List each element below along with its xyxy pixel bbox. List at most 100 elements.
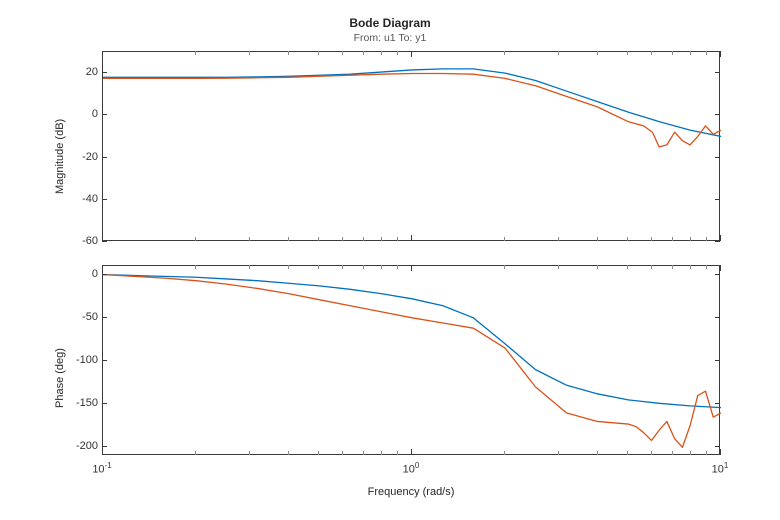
minor-xtick-mark	[672, 237, 673, 241]
ytick-mark	[102, 403, 107, 404]
phase-axes	[102, 265, 720, 455]
magnitude-axes	[102, 51, 720, 241]
ytick-mark	[715, 241, 720, 242]
minor-xtick-mark	[597, 451, 598, 455]
minor-xtick-mark	[288, 237, 289, 241]
minor-xtick-mark	[651, 51, 652, 55]
minor-xtick-mark	[672, 265, 673, 269]
minor-xtick-mark	[397, 451, 398, 455]
magnitude-plot	[103, 52, 721, 242]
major-xtick-mark	[720, 51, 721, 57]
minor-xtick-mark	[504, 237, 505, 241]
minor-xtick-mark	[318, 265, 319, 269]
minor-xtick-mark	[706, 265, 707, 269]
minor-xtick-mark	[381, 265, 382, 269]
minor-xtick-mark	[397, 265, 398, 269]
minor-xtick-mark	[597, 237, 598, 241]
minor-xtick-mark	[627, 265, 628, 269]
bode-figure: Bode Diagram From: u1 To: y1 Magnitude (…	[0, 0, 780, 520]
minor-xtick-mark	[651, 237, 652, 241]
minor-xtick-mark	[195, 451, 196, 455]
minor-xtick-mark	[381, 51, 382, 55]
ytick-label: -150	[62, 397, 98, 409]
ytick-mark	[715, 274, 720, 275]
minor-xtick-mark	[195, 265, 196, 269]
minor-xtick-mark	[342, 265, 343, 269]
ytick-mark	[102, 446, 107, 447]
ytick-label: 20	[62, 66, 98, 78]
ytick-mark	[715, 317, 720, 318]
minor-xtick-mark	[706, 51, 707, 55]
minor-xtick-mark	[342, 51, 343, 55]
major-xtick-mark	[720, 265, 721, 271]
ytick-mark	[715, 157, 720, 158]
minor-xtick-mark	[397, 51, 398, 55]
minor-xtick-mark	[397, 237, 398, 241]
minor-xtick-mark	[558, 51, 559, 55]
minor-xtick-mark	[690, 237, 691, 241]
ytick-label: -60	[62, 235, 98, 247]
minor-xtick-mark	[706, 451, 707, 455]
minor-xtick-mark	[195, 237, 196, 241]
ytick-label: -100	[62, 354, 98, 366]
major-xtick-mark	[411, 235, 412, 241]
major-xtick-mark	[720, 449, 721, 455]
minor-xtick-mark	[706, 237, 707, 241]
minor-xtick-mark	[690, 451, 691, 455]
ytick-label: -50	[62, 311, 98, 323]
ytick-label: -20	[62, 151, 98, 163]
minor-xtick-mark	[195, 51, 196, 55]
chart-subtitle: From: u1 To: y1	[0, 32, 780, 44]
ytick-mark	[715, 199, 720, 200]
ytick-mark	[102, 360, 107, 361]
minor-xtick-mark	[342, 451, 343, 455]
ytick-mark	[715, 446, 720, 447]
ytick-label: -200	[62, 440, 98, 452]
minor-xtick-mark	[504, 265, 505, 269]
minor-xtick-mark	[558, 265, 559, 269]
xtick-label: 10-1	[87, 461, 117, 476]
minor-xtick-mark	[558, 451, 559, 455]
ytick-mark	[102, 157, 107, 158]
ytick-mark	[102, 317, 107, 318]
phase-plot	[103, 266, 721, 456]
ytick-mark	[715, 403, 720, 404]
minor-xtick-mark	[249, 51, 250, 55]
minor-xtick-mark	[504, 451, 505, 455]
minor-xtick-mark	[318, 237, 319, 241]
ytick-mark	[102, 114, 107, 115]
minor-xtick-mark	[249, 451, 250, 455]
xtick-label: 101	[705, 461, 735, 476]
phase-series-blue	[103, 275, 721, 408]
major-xtick-mark	[102, 51, 103, 57]
minor-xtick-mark	[249, 237, 250, 241]
minor-xtick-mark	[651, 265, 652, 269]
ytick-mark	[102, 72, 107, 73]
minor-xtick-mark	[558, 237, 559, 241]
minor-xtick-mark	[381, 451, 382, 455]
minor-xtick-mark	[627, 51, 628, 55]
ytick-label: -40	[62, 193, 98, 205]
ytick-label: 0	[62, 108, 98, 120]
minor-xtick-mark	[363, 265, 364, 269]
ytick-mark	[102, 274, 107, 275]
major-xtick-mark	[411, 51, 412, 57]
ytick-label: 0	[62, 268, 98, 280]
minor-xtick-mark	[363, 451, 364, 455]
minor-xtick-mark	[288, 451, 289, 455]
minor-xtick-mark	[288, 51, 289, 55]
minor-xtick-mark	[672, 451, 673, 455]
major-xtick-mark	[102, 449, 103, 455]
minor-xtick-mark	[363, 51, 364, 55]
ytick-mark	[715, 360, 720, 361]
major-xtick-mark	[102, 235, 103, 241]
minor-xtick-mark	[672, 51, 673, 55]
minor-xtick-mark	[627, 451, 628, 455]
minor-xtick-mark	[597, 265, 598, 269]
minor-xtick-mark	[651, 451, 652, 455]
phase-series-orange	[103, 275, 721, 448]
ytick-mark	[102, 241, 107, 242]
minor-xtick-mark	[504, 51, 505, 55]
major-xtick-mark	[102, 265, 103, 271]
xtick-label: 100	[396, 461, 426, 476]
